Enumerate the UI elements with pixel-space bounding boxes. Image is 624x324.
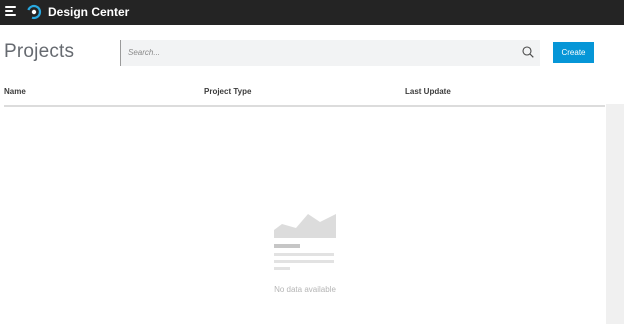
empty-state: No data available	[268, 210, 342, 300]
menu-icon[interactable]	[5, 6, 16, 18]
column-header-last-update[interactable]: Last Update	[405, 87, 451, 97]
column-header-project-type[interactable]: Project Type	[204, 87, 251, 97]
search-box	[120, 40, 540, 66]
create-button[interactable]: Create	[553, 42, 594, 63]
column-header-name[interactable]: Name	[4, 87, 26, 97]
scrollbar-track[interactable]	[606, 104, 624, 324]
empty-chart-icon	[274, 214, 336, 270]
top-bar: Design Center	[0, 0, 624, 25]
search-icon[interactable]	[522, 46, 534, 58]
search-input[interactable]	[121, 40, 511, 64]
design-center-logo-icon	[26, 4, 42, 20]
app-title: Design Center	[48, 5, 130, 19]
empty-state-text: No data available	[274, 285, 336, 294]
table-header: Name Project Type Last Update	[4, 87, 605, 107]
page-title: Projects	[4, 41, 75, 62]
